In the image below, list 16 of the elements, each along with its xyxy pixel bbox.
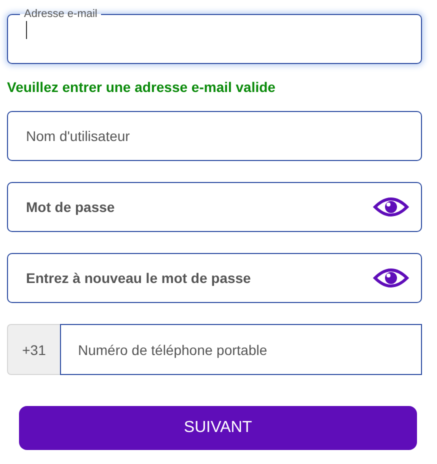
eye-icon[interactable] — [373, 266, 409, 290]
phone-field[interactable]: Numéro de téléphone portable — [60, 324, 422, 375]
eye-icon[interactable] — [373, 195, 409, 219]
password-field[interactable]: Entrez à nouveau le mot de passe — [7, 253, 422, 303]
password-field[interactable]: Mot de passe — [7, 182, 422, 232]
country-code: +31 — [7, 324, 60, 375]
next-button[interactable]: SUIVANT — [19, 406, 417, 450]
password-input[interactable]: Mot de passe — [26, 199, 373, 215]
username-input[interactable]: Nom d'utilisateur — [26, 128, 409, 144]
field-label: Adresse e-mail — [23, 7, 98, 21]
phone-input[interactable]: Numéro de téléphone portable — [78, 342, 421, 358]
username-field[interactable]: Nom d'utilisateur — [7, 111, 422, 161]
validation-message: Veuillez entrer une adresse e-mail valide — [7, 79, 276, 95]
text-cursor — [26, 21, 27, 39]
email-field[interactable]: Adresse e-mail — [7, 7, 422, 64]
password-input[interactable]: Entrez à nouveau le mot de passe — [26, 270, 373, 286]
